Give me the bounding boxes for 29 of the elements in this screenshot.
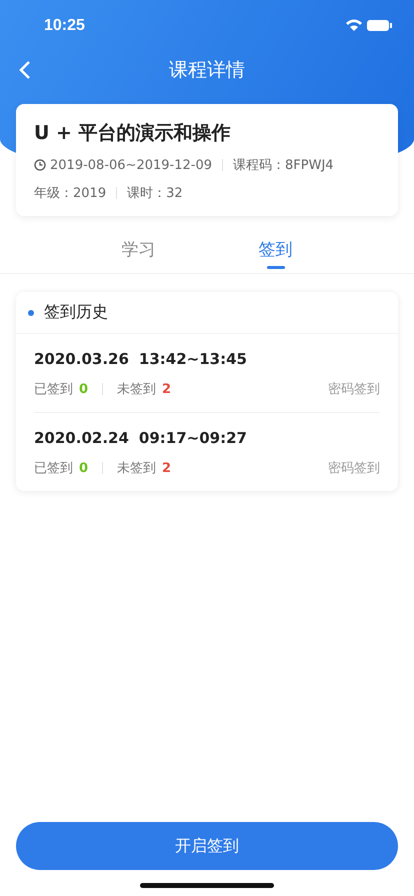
unsigned-label: 未签到 xyxy=(117,381,156,398)
start-sign-in-button[interactable]: 开启签到 xyxy=(16,822,398,870)
dot-icon xyxy=(28,310,34,316)
sign-method: 密码签到 xyxy=(328,381,380,398)
record-time: 09:17~09:27 xyxy=(138,429,247,447)
signed-label: 已签到 xyxy=(34,460,73,477)
tab[interactable]: 签到 xyxy=(248,230,302,273)
back-icon[interactable] xyxy=(18,60,32,80)
signed-count: 0 xyxy=(79,460,88,476)
signed-count: 0 xyxy=(79,382,88,396)
unsigned-count: 2 xyxy=(162,460,172,476)
signed-label: 已签到 xyxy=(34,381,73,398)
sign-method: 密码签到 xyxy=(328,460,380,477)
course-title: U + 平台的演示和操作 xyxy=(34,121,232,146)
record-date: 2020.02.24 xyxy=(34,429,129,447)
clock-icon xyxy=(34,159,46,171)
status-time: 10:25 xyxy=(44,17,85,35)
unsigned-count: 2 xyxy=(162,382,172,396)
history-title: 签到历史 xyxy=(44,302,108,323)
record-time: 13:42~13:45 xyxy=(138,350,247,368)
record-date: 2020.03.26 xyxy=(34,350,129,368)
tab[interactable]: 学习 xyxy=(112,230,166,273)
course-code: 课程码：8FPWJ4 xyxy=(233,157,334,174)
unsigned-label: 未签到 xyxy=(117,460,156,477)
wifi-battery-icon xyxy=(344,19,392,33)
course-hours: 课时：32 xyxy=(127,185,183,202)
page-title: 课程详情 xyxy=(169,58,245,83)
course-grade: 年级：2019 xyxy=(34,185,106,202)
course-dates: 2019-08-06~2019-12-09 xyxy=(50,158,212,172)
